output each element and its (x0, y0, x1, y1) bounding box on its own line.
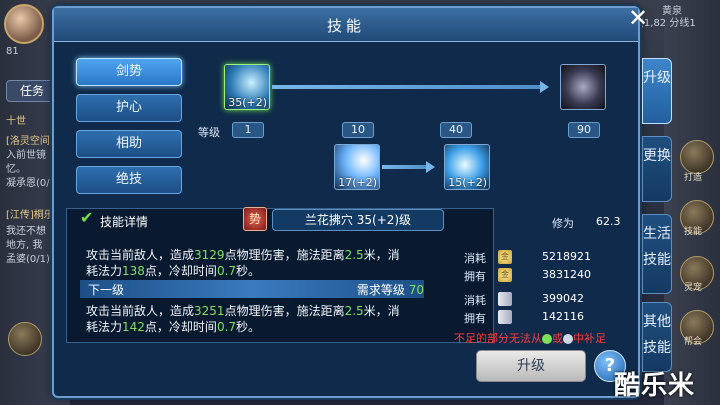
detail-header: 技能详情 (100, 215, 149, 229)
category-jianshi[interactable]: 剑势 (76, 58, 182, 86)
scroll-consume-value: 399042 (542, 292, 584, 305)
jade-icon (542, 334, 552, 344)
tab-replace[interactable]: 更换 (642, 136, 672, 202)
level-label: 等级 (198, 126, 220, 139)
hud-quest-line: 入前世镜 (6, 150, 46, 161)
hud-quest-line: [江传]桐乐 (6, 210, 54, 221)
skill-level: 17(+2) (338, 176, 377, 189)
scroll-icon (498, 310, 512, 324)
upgrade-button[interactable]: 升级 (476, 350, 586, 382)
next-level-requirement: 需求等级 70 (356, 283, 424, 297)
gold-consume-value: 5218921 (542, 250, 591, 263)
tree-connector (272, 85, 542, 89)
tab-upgrade[interactable]: 升级 (642, 58, 672, 124)
hud-quest-line: 地方, 我 (6, 240, 43, 251)
hud-quest-line: 孟婆(0/1) (6, 254, 50, 265)
category-xiangzhu[interactable]: 相助 (76, 130, 182, 158)
skill-emblem-icon: 势 (243, 207, 267, 231)
check-icon: ✔ (80, 208, 94, 227)
insufficient-warning: 不足的部分无法从或中补足 (454, 332, 606, 345)
watermark-logo: 酷乐米 (614, 371, 696, 401)
scroll-icon (498, 292, 512, 306)
hud-quest-line: [洛灵空间] (6, 136, 54, 147)
gold-coin-icon: 金 (498, 268, 512, 282)
scroll-consume-label: 消耗 (464, 294, 486, 307)
locked-blade-skill-icon[interactable] (560, 64, 606, 110)
guild-label: 帮会 (684, 337, 703, 347)
gold-coin-icon: 金 (498, 250, 512, 264)
hud-quest-line: 忆。 (6, 164, 26, 175)
dash-skill-icon[interactable]: 15(+2) (444, 144, 490, 190)
player-level: 81 (6, 46, 19, 57)
skill-label: 技能 (684, 227, 703, 237)
arrow-head-icon (540, 81, 549, 93)
next-level-bar: 下一级 需求等级 70 (80, 280, 424, 298)
hud-quest-line: 凝承恩(0/ (6, 178, 50, 189)
hud-quest-line: 我还不想 (6, 226, 46, 237)
player-avatar[interactable] (4, 4, 44, 44)
hud-quest-line: 十世 (6, 116, 26, 127)
gold-consume-label: 消耗 (464, 252, 486, 265)
forge-label: 打造 (684, 173, 703, 183)
level-pill: 10 (342, 122, 374, 138)
gold-own-value: 3831240 (542, 268, 591, 281)
joystick-icon[interactable] (8, 322, 42, 356)
dialog-title: 技能 (326, 17, 365, 35)
forge-icon[interactable] (680, 140, 714, 174)
xiuwei-value: 62.3 (596, 215, 621, 228)
gold-own-label: 拥有 (464, 270, 486, 283)
sword-skill-icon[interactable]: 35(+2) (224, 64, 270, 110)
level-pill: 1 (232, 122, 264, 138)
level-pill: 40 (440, 122, 472, 138)
skill-level: 15(+2) (448, 176, 487, 189)
close-button[interactable]: ✕ (624, 5, 652, 33)
pet-label: 灵宠 (684, 283, 703, 293)
current-desc-line1: 攻击当前敌人，造成3129点物理伤害，施法距离2.5米，消 (86, 248, 400, 262)
level-pill: 90 (568, 122, 600, 138)
skill-level: 35(+2) (228, 96, 267, 109)
task-tab[interactable]: 任务 (6, 80, 58, 102)
skill-tree: 35(+2) 等级 1 10 40 90 17(+2) 15(+2) (194, 52, 634, 202)
silver-icon (563, 334, 573, 344)
skill-name-banner: 兰花拂穴 35(+2)级 (272, 209, 444, 231)
scroll-own-value: 142116 (542, 310, 584, 323)
slash-skill-icon[interactable]: 17(+2) (334, 144, 380, 190)
xiuwei-label: 修为 (552, 217, 574, 230)
tab-life-skills[interactable]: 生活技能 (642, 214, 672, 294)
tab-other-skills[interactable]: 其他技能 (642, 302, 672, 372)
category-jueji[interactable]: 绝技 (76, 166, 182, 194)
next-level-label: 下一级 (88, 283, 125, 297)
next-desc-line2: 耗法力142点，冷却时间0.7秒。 (86, 320, 261, 334)
scroll-own-label: 拥有 (464, 312, 486, 325)
tree-connector (382, 165, 428, 169)
current-desc-line2: 耗法力138点，冷却时间0.7秒。 (86, 264, 261, 278)
next-desc-line1: 攻击当前敌人，造成3251点物理伤害，施法距离2.5米，消 (86, 304, 400, 318)
arrow-head-icon (426, 161, 435, 173)
dialog-titlebar: 技能 (54, 8, 638, 42)
category-huxin[interactable]: 护心 (76, 94, 182, 122)
